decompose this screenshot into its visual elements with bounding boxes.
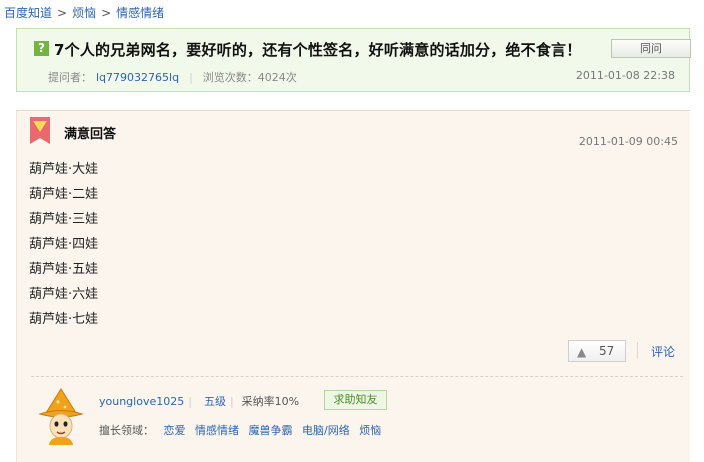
question-mark-icon: ?	[34, 41, 49, 56]
expertise-tag-warcraft[interactable]: 魔兽争霸	[249, 424, 293, 437]
expertise-tag-worries[interactable]: 烦恼	[359, 424, 381, 437]
wizard-avatar[interactable]	[38, 387, 84, 445]
question-date: 2011-01-08 22:38	[575, 69, 675, 82]
view-count: 浏览次数：4024次	[202, 71, 297, 84]
asker-link[interactable]: lq779032765lq	[96, 71, 179, 84]
question-title: 7个人的兄弟网名，要好听的，还有个性签名，好听满意的话加分，绝不食言！	[54, 41, 582, 59]
answer-line: 葫芦娃·五娃	[29, 262, 99, 277]
answer-date: 2011-01-09 00:45	[578, 135, 678, 148]
breadcrumb-home[interactable]: 百度知道	[4, 6, 52, 20]
breadcrumb-separator: >	[101, 6, 112, 20]
comment-link[interactable]: 评论	[651, 343, 675, 360]
best-answer-box: 满意回答 2011-01-09 00:45 葫芦娃·大娃 葫芦娃·二娃 葫芦娃·…	[16, 110, 690, 462]
seek-help-button[interactable]: 求助知友	[324, 390, 387, 410]
expertise-tag-love[interactable]: 恋爱	[164, 424, 186, 437]
expertise-tag-computer[interactable]: 电脑/网络	[302, 424, 350, 437]
same-question-button[interactable]: 同问	[611, 39, 691, 58]
expertise-row: 擅长领域： 恋爱 情感情绪 魔兽争霸 电脑/网络 烦恼	[99, 422, 381, 438]
question-meta: 提问者： lq779032765lq | 浏览次数：4024次	[48, 69, 297, 85]
like-button[interactable]: ▲ 57	[568, 340, 626, 362]
breadcrumb-separator: >	[57, 6, 68, 20]
meta-divider: |	[189, 71, 193, 84]
best-answer-ribbon-icon	[30, 117, 50, 144]
action-divider	[637, 342, 638, 359]
answer-line: 葫芦娃·大娃	[29, 162, 99, 177]
answer-line: 葫芦娃·七娃	[29, 312, 99, 327]
best-answer-heading: 满意回答	[64, 127, 117, 142]
answer-line: 葫芦娃·六娃	[29, 287, 99, 302]
answerer-level[interactable]: 五级	[204, 395, 226, 408]
answerer-info: younglove1025 | 五级 | 采纳率10%	[99, 395, 300, 408]
expertise-label: 擅长领域：	[99, 424, 154, 437]
breadcrumb: 百度知道 > 烦恼 > 情感情绪	[4, 4, 164, 21]
thumbs-up-icon: ▲	[577, 345, 587, 359]
question-box: ? 7个人的兄弟网名，要好听的，还有个性签名，好听满意的话加分，绝不食言！ 同问…	[16, 28, 691, 92]
answer-line: 葫芦娃·四娃	[29, 237, 99, 252]
like-count: 57	[599, 344, 615, 358]
asker-label: 提问者：	[48, 71, 92, 84]
section-divider	[31, 376, 683, 377]
breadcrumb-level2[interactable]: 情感情绪	[116, 6, 164, 20]
answer-line: 葫芦娃·三娃	[29, 212, 99, 227]
answerer-username[interactable]: younglove1025	[99, 395, 184, 408]
breadcrumb-level1[interactable]: 烦恼	[72, 6, 96, 20]
answer-line: 葫芦娃·二娃	[29, 187, 99, 202]
adoption-rate: 采纳率10%	[241, 395, 300, 408]
answer-content: 葫芦娃·大娃 葫芦娃·二娃 葫芦娃·三娃 葫芦娃·四娃 葫芦娃·五娃 葫芦娃·六…	[29, 157, 98, 332]
expertise-tag-emotion[interactable]: 情感情绪	[195, 424, 239, 437]
